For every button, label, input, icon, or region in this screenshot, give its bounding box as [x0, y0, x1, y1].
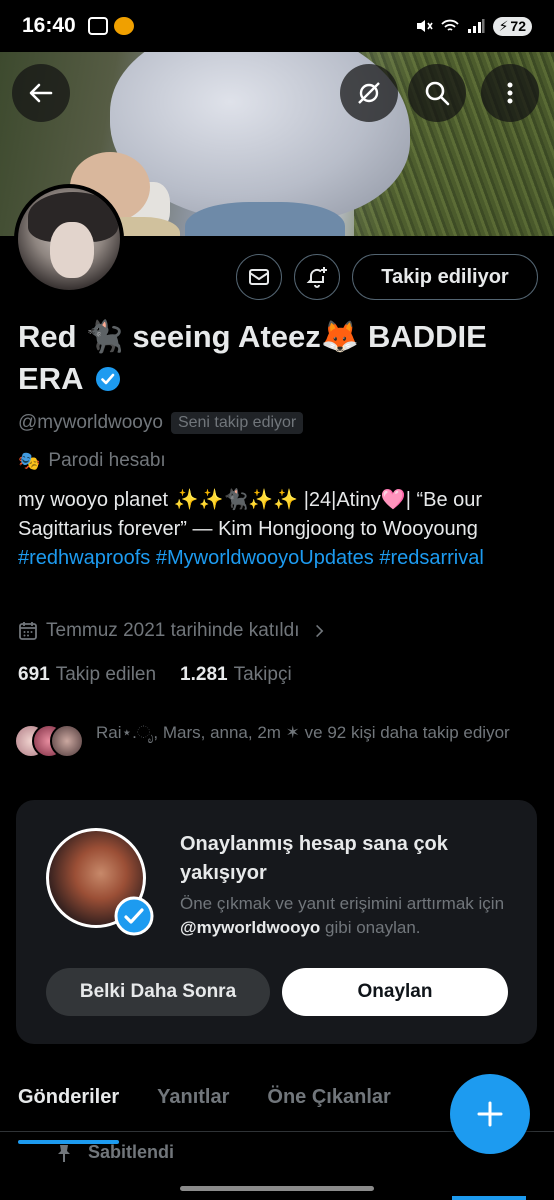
followers-label: Takipçi: [233, 664, 292, 685]
calendar-icon: [19, 622, 37, 640]
handle-row: @myworldwooyo Seni takip ediyor: [18, 412, 304, 434]
message-button[interactable]: [236, 254, 282, 300]
signal-icon: [467, 19, 485, 33]
verify-button[interactable]: Onaylan: [282, 968, 508, 1016]
fab-shadow-edge: [452, 1196, 526, 1200]
tab-replies[interactable]: Yanıtlar: [157, 1076, 229, 1131]
card-desc-prefix: Öne çıkmak ve yanıt erişimini arttırmak …: [180, 894, 505, 913]
following-button[interactable]: Takip ediliyor: [352, 254, 538, 300]
app-notification-icon: [113, 17, 134, 35]
display-name: Red 🐈‍⬛ seeing Ateez🦊 BADDIE ERA: [18, 316, 538, 400]
maybe-later-button[interactable]: Belki Daha Sonra: [46, 968, 270, 1016]
follows-you-badge: Seni takip ediyor: [170, 412, 304, 434]
search-icon: [425, 81, 450, 106]
banner-jeans: [185, 202, 345, 236]
notifications-button[interactable]: [294, 254, 340, 300]
mute-icon: [416, 20, 433, 32]
screenshot-icon: [87, 17, 108, 35]
back-button[interactable]: [12, 64, 70, 122]
grok-button[interactable]: [340, 64, 398, 122]
display-name-text: Red 🐈‍⬛ seeing Ateez🦊 BADDIE ERA: [18, 319, 487, 396]
following-label: Takip edilen: [55, 664, 157, 685]
hashtag-link[interactable]: #MyworldwooyoUpdates: [156, 547, 374, 569]
clock: 16:40: [22, 14, 76, 37]
grok-icon: [358, 82, 380, 104]
handle: @myworldwooyo: [18, 412, 163, 433]
verification-card: Onaylanmış hesap sana çok yakışıyor Öne …: [16, 800, 537, 1044]
follow-stats: 691 Takip edilen 1.281 Takipçi: [18, 664, 292, 686]
system-icons: ⚡ 72: [415, 16, 532, 36]
parody-label: Parodi hesabı: [48, 450, 166, 471]
bio-text: my wooyo planet ✨✨🐈‍⬛✨✨ |24|Atiny🩷| “Be …: [18, 489, 483, 540]
card-description: Öne çıkmak ve yanıt erişimini arttırmak …: [180, 892, 520, 940]
profile-avatar[interactable]: [14, 184, 124, 294]
battery-level: 72: [510, 18, 526, 34]
search-button[interactable]: [408, 64, 466, 122]
pinned-label: Sabitlendi: [88, 1142, 175, 1162]
card-desc-suffix: gibi onaylan.: [320, 918, 421, 937]
followers-count: 1.281: [180, 664, 228, 685]
more-options-button[interactable]: [481, 64, 539, 122]
known-followers[interactable]: Rai⋆.ೃ, Mars, anna, 2m ✶ ve 92 kişi daha…: [14, 720, 534, 760]
more-vertical-icon: [507, 82, 513, 104]
pin-icon: [58, 1144, 70, 1162]
verified-badge-icon[interactable]: [95, 366, 121, 392]
arrow-left-icon: [29, 83, 53, 103]
card-desc-handle: @myworldwooyo: [180, 918, 321, 937]
bio: my wooyo planet ✨✨🐈‍⬛✨✨ |24|Atiny🩷| “Be …: [18, 486, 543, 573]
avatar: [50, 724, 84, 758]
status-bar: 16:40 ⚡ 72: [0, 0, 554, 52]
parody-label-row: 🎭 Parodi hesabı: [18, 450, 166, 472]
joined-date-row[interactable]: Temmuz 2021 tarihinde katıldı: [18, 620, 327, 642]
chevron-right-icon: [316, 624, 324, 638]
envelope-icon: [249, 269, 269, 285]
followers-stat[interactable]: 1.281 Takipçi: [180, 664, 292, 686]
following-stat[interactable]: 691 Takip edilen: [18, 664, 156, 686]
verified-badge-icon: [114, 896, 154, 936]
home-indicator[interactable]: [180, 1186, 374, 1191]
pinned-indicator: Sabitlendi: [54, 1142, 174, 1163]
hashtag-link[interactable]: #redsarrival: [379, 547, 483, 569]
compose-button[interactable]: [450, 1074, 530, 1154]
following-count: 691: [18, 664, 50, 685]
mask-icon: 🎭: [18, 450, 41, 471]
avatar-face: [50, 222, 94, 278]
known-followers-text: Rai⋆.ೃ, Mars, anna, 2m ✶ ve 92 kişi daha…: [96, 723, 510, 742]
joined-date: Temmuz 2021 tarihinde katıldı: [46, 620, 300, 641]
tab-highlights[interactable]: Öne Çıkanlar: [267, 1076, 390, 1131]
hashtag-link[interactable]: #redhwaproofs: [18, 547, 150, 569]
tab-posts[interactable]: Gönderiler: [18, 1076, 120, 1144]
battery-indicator: ⚡ 72: [492, 16, 532, 36]
bell-plus-icon: [306, 267, 327, 288]
plus-icon: [477, 1101, 503, 1127]
notification-icons: [87, 17, 134, 35]
wifi-icon: [440, 19, 459, 31]
known-followers-avatars: [14, 724, 86, 760]
card-title: Onaylanmış hesap sana çok yakışıyor: [180, 833, 448, 884]
